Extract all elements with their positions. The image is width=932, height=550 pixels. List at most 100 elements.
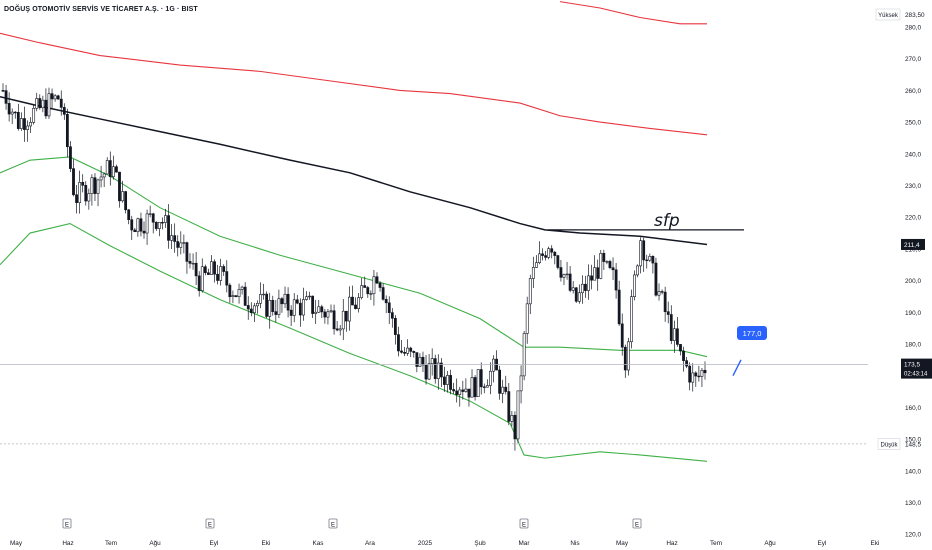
candle-body: [470, 377, 474, 398]
price-chart[interactable]: 280,0270,0260,0250,0240,0230,0220,0210,0…: [0, 0, 932, 550]
candle-body: [338, 328, 342, 331]
x-axis-label: Eki: [262, 540, 271, 547]
candle-body: [679, 344, 682, 352]
candle-body: [185, 242, 189, 262]
candle-body: [568, 273, 572, 291]
candle-body: [360, 285, 364, 298]
candle-body: [249, 308, 253, 313]
y-tick-label: 190,0: [905, 310, 921, 317]
candle-body: [669, 314, 673, 341]
candle-body: [397, 334, 400, 352]
candle-body: [351, 296, 354, 306]
upper-band-outer: [559, 1, 707, 25]
candle-body: [161, 222, 164, 224]
candle-body: [354, 304, 357, 309]
earnings-marker-label: E: [331, 523, 335, 529]
candle-body: [72, 168, 75, 196]
x-axis-label: Haz: [666, 540, 677, 547]
candle-body: [332, 310, 336, 330]
candle-body: [550, 248, 554, 253]
candle-body: [157, 222, 161, 229]
candle-body: [571, 287, 575, 291]
candle-body: [636, 265, 639, 276]
candle-body: [348, 296, 351, 322]
candle-body: [492, 358, 495, 372]
x-axis-label: 2025: [418, 540, 433, 547]
candle-body: [455, 390, 459, 395]
high-value: 283,50: [905, 12, 925, 19]
candle-body: [639, 240, 643, 267]
earnings-marker-label: E: [635, 523, 639, 529]
candle-body: [357, 297, 360, 309]
candle-body: [1, 90, 5, 92]
x-axis-label: Eyl: [210, 540, 219, 547]
candle-body: [366, 287, 370, 295]
candle-body: [225, 271, 229, 286]
candle-body: [314, 311, 318, 314]
candle-body: [547, 248, 551, 258]
candle-body: [587, 275, 590, 291]
candle-body: [176, 241, 180, 248]
candle-body: [458, 389, 462, 395]
x-axis-label: Ara: [365, 540, 375, 547]
candle-body: [418, 356, 422, 367]
candle-body: [10, 111, 14, 115]
candle-body: [145, 213, 149, 234]
candle-body: [148, 213, 152, 215]
candle-body: [700, 369, 704, 377]
candle-body: [194, 262, 198, 277]
candle-body: [108, 160, 112, 178]
candle-body: [430, 358, 434, 364]
candle-body: [485, 385, 489, 388]
candle-body: [433, 358, 437, 380]
candle-body: [525, 303, 529, 334]
x-axis-label: Mar: [518, 540, 530, 547]
candle-body: [531, 267, 535, 279]
candle-body: [323, 311, 327, 318]
candle-body: [170, 235, 174, 241]
candle-body: [384, 299, 388, 304]
candle-body: [703, 369, 707, 374]
candle-body: [38, 98, 42, 109]
candle-body: [577, 292, 581, 302]
candle-body: [654, 262, 658, 296]
candle-body: [283, 293, 287, 305]
candle-body: [697, 375, 701, 378]
candle-body: [243, 286, 247, 306]
candle-body: [645, 259, 649, 262]
candle-body: [102, 173, 106, 178]
candle-body: [127, 209, 131, 220]
candle-body: [393, 318, 397, 335]
candle-body: [311, 295, 315, 314]
candle-body: [341, 310, 345, 330]
y-tick-label: 180,0: [905, 342, 921, 349]
candle-body: [544, 255, 547, 258]
candle-body: [363, 285, 367, 288]
candle-body: [446, 375, 449, 385]
candle-body: [59, 98, 63, 108]
candle-body: [118, 171, 121, 202]
candle-body: [16, 112, 20, 129]
candle-body: [179, 242, 183, 248]
candle-body: [84, 185, 88, 202]
candle-body: [424, 364, 428, 380]
candle-body: [461, 389, 465, 392]
x-axis-label: Tem: [710, 540, 722, 547]
candle-body: [292, 299, 296, 316]
candle-body: [479, 369, 483, 388]
candle-body: [231, 295, 235, 297]
earnings-marker-label: E: [522, 523, 526, 529]
candle-body: [657, 291, 661, 296]
candle-body: [265, 293, 269, 317]
candle-body: [541, 253, 544, 256]
candle-body: [623, 346, 627, 371]
candle-body: [298, 302, 302, 316]
candle-body: [320, 306, 324, 313]
candle-body: [501, 386, 505, 394]
candle-body: [559, 267, 563, 278]
high-title: Yüksek: [878, 13, 899, 19]
countdown-timer: 02:43:14: [904, 372, 928, 378]
candle-body: [35, 98, 39, 109]
candle-body: [387, 302, 391, 313]
candle-body: [23, 118, 26, 130]
